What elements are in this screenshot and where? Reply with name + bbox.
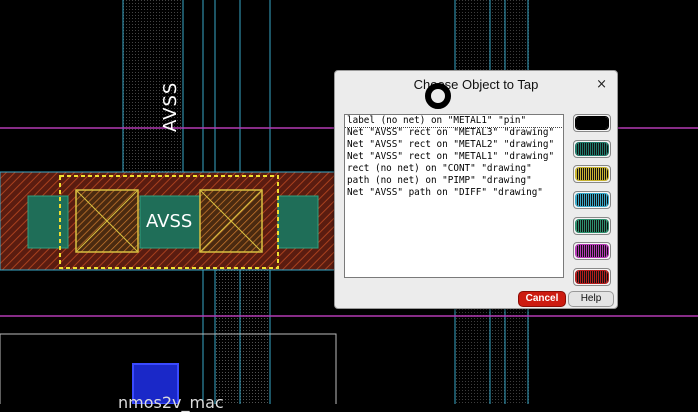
list-item[interactable]: Net "AVSS" rect on "METAL3" "drawing" [345,127,563,139]
layer-swatch[interactable] [573,191,611,210]
help-button[interactable]: Help [568,291,614,307]
metal-strip [215,270,270,404]
object-list[interactable]: label (no net) on "METAL1" "pin" Net "AV… [344,114,564,278]
contact-right [199,189,263,253]
instance-label: nmos2v_mac [118,393,224,412]
green-rect [277,195,319,249]
net-label-avss-vertical: AVSS [160,81,181,132]
layer-swatch[interactable] [573,268,611,287]
layer-swatch[interactable] [573,165,611,184]
list-item[interactable]: Net "AVSS" rect on "METAL1" "drawing" [345,151,563,163]
list-item[interactable]: Net "AVSS" rect on "METAL2" "drawing" [345,139,563,151]
net-label-avss: AVSS [146,211,193,232]
contact-left [75,189,139,253]
list-item[interactable]: rect (no net) on "CONT" "drawing" [345,163,563,175]
choose-object-dialog: Choose Object to Tap × label (no net) on… [334,70,618,309]
layer-swatch[interactable] [573,139,611,158]
list-item[interactable]: path (no net) on "PIMP" "drawing" [345,175,563,187]
dialog-title: Choose Object to Tap [413,77,539,92]
layer-swatches [573,114,611,294]
layer-swatch[interactable] [573,216,611,235]
layer-swatch[interactable] [573,242,611,261]
close-icon[interactable]: × [596,77,607,92]
list-item[interactable]: label (no net) on "METAL1" "pin" [345,115,563,128]
green-rect [27,195,69,249]
layer-swatch[interactable] [573,114,611,132]
list-item[interactable]: Net "AVSS" path on "DIFF" "drawing" [345,187,563,199]
mouse-cursor-icon [425,83,451,109]
cancel-button[interactable]: Cancel [518,291,566,307]
